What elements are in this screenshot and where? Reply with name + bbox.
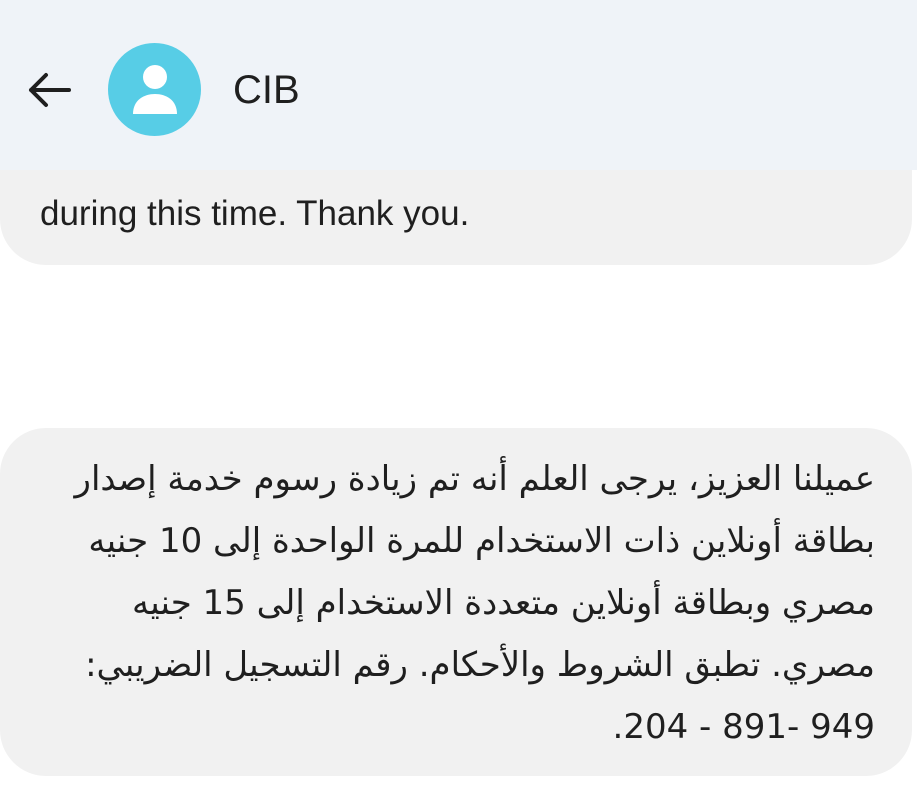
- message-text: عميلنا العزيز، يرجى العلم أنه تم زيادة ر…: [55, 448, 875, 758]
- message-line: عميلنا العزيز، يرجى العلم أنه تم زيادة ر…: [74, 459, 875, 499]
- avatar[interactable]: [108, 43, 201, 136]
- back-button[interactable]: [26, 68, 72, 112]
- message-line: 949 -891 - 204.: [612, 707, 876, 747]
- arrow-left-icon: [29, 73, 71, 107]
- message-text: during this time. Thank you.: [40, 194, 470, 233]
- conversation-header: CIB: [0, 0, 917, 170]
- contact-name[interactable]: CIB: [233, 64, 300, 116]
- person-icon: [132, 64, 177, 114]
- message-line: مصري وبطاقة أونلاين متعددة الاستخدام إلى…: [131, 583, 875, 623]
- message-line: بطاقة أونلاين ذات الاستخدام للمرة الواحد…: [88, 521, 875, 561]
- message-line: مصري. تطبق الشروط والأحكام. رقم التسجيل …: [85, 645, 875, 685]
